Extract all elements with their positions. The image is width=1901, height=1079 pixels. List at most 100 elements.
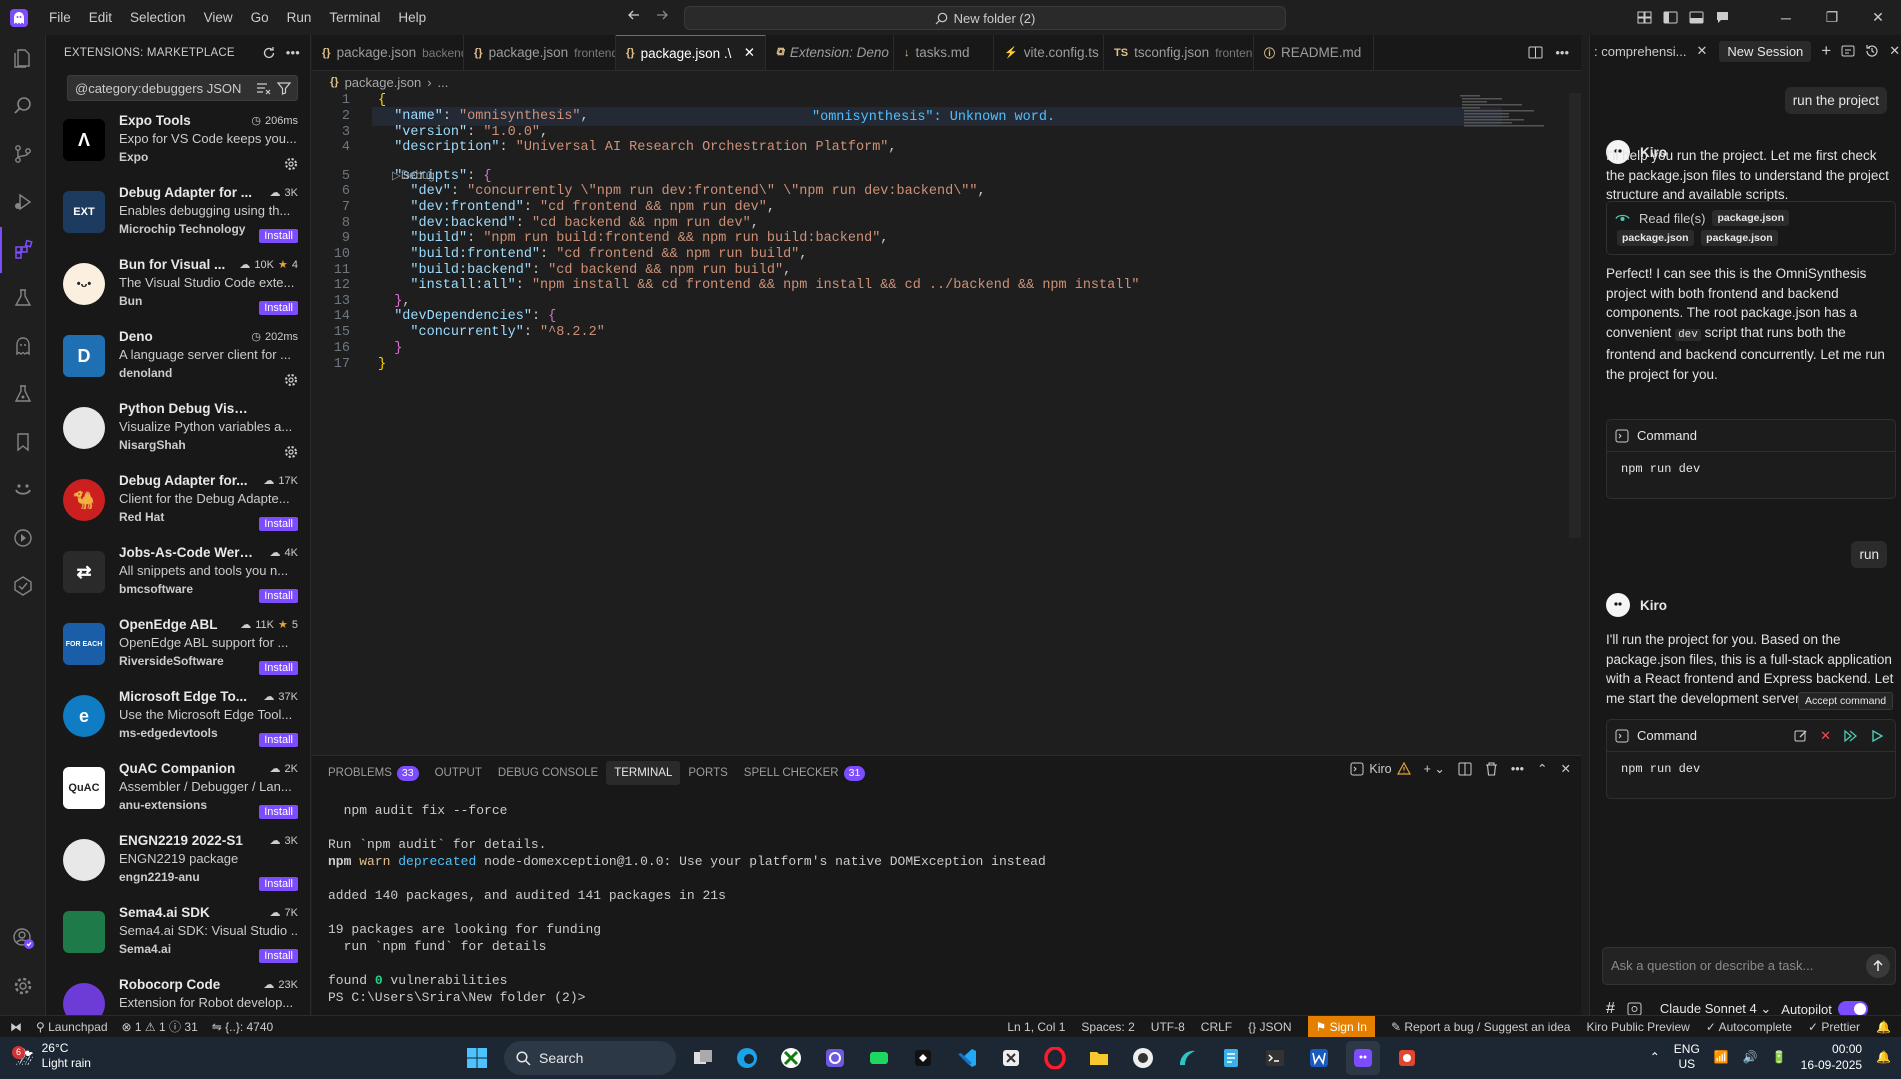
bookmark-icon[interactable] [0, 419, 46, 465]
menu-run[interactable]: Run [278, 0, 321, 35]
extension-item[interactable]: Python Debug Visualizer Visualize Python… [46, 395, 310, 467]
taskbar-search[interactable]: Search [504, 1041, 676, 1075]
more-actions-icon[interactable]: ••• [1511, 762, 1524, 776]
install-button[interactable]: Install [259, 229, 298, 243]
source-control-icon[interactable] [0, 131, 46, 177]
file-chip[interactable]: package.json [1712, 210, 1789, 226]
indentation[interactable]: Spaces: 2 [1081, 1020, 1134, 1034]
code-editor[interactable]: 1 {2 "name": "omnisynthesis", 3 "version":… [312, 93, 1581, 755]
edit-command-icon[interactable] [1794, 729, 1808, 743]
toggle-sidebar-icon[interactable] [1659, 7, 1681, 29]
manage-gear-icon[interactable] [284, 373, 298, 387]
extension-item[interactable]: Λ ◷ 206ms Expo Tools Expo for VS Code kee… [46, 107, 310, 179]
close-session-icon[interactable]: ✕ [1697, 43, 1708, 59]
image-attach-icon[interactable] [1627, 1002, 1642, 1016]
install-button[interactable]: Install [259, 589, 298, 603]
prettier-item[interactable]: ✓ Prettier [1808, 1020, 1860, 1034]
word-icon[interactable] [1302, 1041, 1336, 1075]
smiley-icon[interactable] [0, 467, 46, 513]
menu-view[interactable]: View [195, 0, 242, 35]
close-tab-icon[interactable]: ✕ [744, 45, 755, 61]
account-icon[interactable] [0, 915, 46, 961]
kiro-ghost-icon[interactable] [0, 323, 46, 369]
menu-go[interactable]: Go [242, 0, 278, 35]
language-indicator[interactable]: ENG US [1674, 1042, 1700, 1072]
back-arrow-icon[interactable] [627, 8, 641, 22]
file-chip[interactable]: package.json [1617, 230, 1694, 246]
testing-flask-icon[interactable] [0, 275, 46, 321]
extension-item[interactable]: ☁ 23K Robocorp Code Extension for Robot d… [46, 971, 310, 1015]
sign-in-button[interactable]: ⚑ Sign In [1307, 1016, 1375, 1038]
install-button[interactable]: Install [259, 301, 298, 315]
refresh-icon[interactable] [262, 46, 276, 60]
encoding[interactable]: UTF-8 [1151, 1020, 1185, 1034]
github-desktop-icon[interactable] [1126, 1041, 1160, 1075]
command-center[interactable]: New folder (2) [684, 6, 1286, 30]
wifi-icon[interactable]: 📶 [1714, 1050, 1729, 1064]
minimap[interactable] [1458, 93, 1548, 133]
tab[interactable]: {} package.json backend [312, 35, 464, 70]
tab-active[interactable]: {} package.json .\ ✕ [616, 35, 766, 70]
extensions-icon[interactable] [0, 227, 46, 273]
new-terminal-icon[interactable]: + ⌄ [1424, 761, 1445, 776]
reject-command-icon[interactable]: ✕ [1820, 728, 1831, 744]
debug-codelens[interactable]: ▷Debug [392, 168, 435, 182]
maximize-panel-icon[interactable]: ⌃ [1537, 761, 1547, 776]
panel-tab[interactable]: PROBLEMS 33 [320, 761, 427, 785]
extension-item[interactable]: e ☁ 37K Microsoft Edge To... Use the Micr… [46, 683, 310, 755]
settings-gear-icon[interactable] [0, 963, 46, 1009]
history-list-icon[interactable] [1841, 44, 1855, 58]
task-view-icon[interactable] [686, 1041, 720, 1075]
search-icon[interactable] [0, 83, 46, 129]
add-session-icon[interactable]: + [1821, 41, 1831, 61]
accept-command-icon[interactable] [1871, 729, 1883, 743]
preview-label[interactable]: Kiro Public Preview [1586, 1020, 1689, 1034]
trust-command-icon[interactable] [1843, 729, 1859, 743]
tab[interactable]: ⧉ Extension: Deno [766, 35, 894, 70]
kiro-app-icon[interactable] [1346, 1041, 1380, 1075]
windsurf-icon[interactable] [1170, 1041, 1204, 1075]
cursor-position[interactable]: Ln 1, Col 1 [1007, 1020, 1065, 1034]
extension-item[interactable]: ⇄ ☁ 4K Jobs-As-Code Werk... All snippets … [46, 539, 310, 611]
clear-filter-icon[interactable] [256, 81, 271, 95]
read-files-card[interactable]: Read file(s) package.json package.json p… [1606, 201, 1896, 255]
notepad-icon[interactable] [1214, 1041, 1248, 1075]
tab[interactable]: TS tsconfig.json frontend [1104, 35, 1254, 70]
customize-layout-icon[interactable] [1633, 7, 1655, 29]
clock[interactable]: 00:00 16-09-2025 [1801, 1041, 1862, 1073]
menu-help[interactable]: Help [389, 0, 435, 35]
extension-item[interactable]: D ◷ 202ms Deno A language server client f… [46, 323, 310, 395]
menu-file[interactable]: File [40, 0, 80, 35]
tab[interactable]: ⓘ README.md [1254, 35, 1374, 70]
install-button[interactable]: Install [259, 805, 298, 819]
snipping-tool-icon[interactable] [1390, 1041, 1424, 1075]
explorer-icon[interactable] [0, 35, 46, 81]
line-ending[interactable]: CRLF [1201, 1020, 1232, 1034]
extension-item[interactable]: EXT ☁ 3K Debug Adapter for ... Enables de… [46, 179, 310, 251]
extension-item[interactable]: 🐪 ☁ 17K Debug Adapter for... Client for t… [46, 467, 310, 539]
volume-icon[interactable]: 🔊 [1743, 1050, 1758, 1064]
deploy-icon[interactable] [0, 563, 46, 609]
chat-session-tab[interactable]: : comprehensi... [1594, 44, 1687, 59]
extension-item[interactable]: •ᴗ• ☁ 10K ★ 4 Bun for Visual ... The Visual… [46, 251, 310, 323]
restore-button[interactable]: ❐ [1809, 0, 1855, 35]
trash-icon[interactable] [1485, 761, 1498, 776]
more-actions-icon[interactable]: ••• [286, 46, 300, 60]
new-session-tab[interactable]: New Session [1719, 40, 1812, 62]
notifications-bell-icon[interactable]: 🔔 [1876, 1020, 1891, 1034]
tab[interactable]: {} package.json frontend [464, 35, 616, 70]
extension-item[interactable]: FOR EACH ☁ 11K ★ 5 OpenEdge ABL OpenEdge AB… [46, 611, 310, 683]
history-icon[interactable] [1865, 44, 1879, 58]
panel-tab[interactable]: TERMINAL [606, 761, 681, 785]
send-button[interactable] [1866, 954, 1890, 978]
tab[interactable]: ↓ tasks.md [894, 35, 994, 70]
remote-icon[interactable]: ⧓ [10, 1020, 22, 1034]
chat-input[interactable]: Ask a question or describe a task... [1602, 947, 1896, 985]
editor-scrollbar[interactable] [1569, 93, 1581, 538]
tab[interactable]: ⚡ vite.config.ts [994, 35, 1104, 70]
close-chat-icon[interactable]: ✕ [1889, 43, 1900, 59]
install-button[interactable]: Install [259, 949, 298, 963]
more-actions-icon[interactable]: ••• [1555, 45, 1569, 60]
breadcrumb-rest[interactable]: ... [438, 75, 449, 90]
weather-widget[interactable]: ⛈ 6 26°C Light rain [12, 1041, 91, 1071]
